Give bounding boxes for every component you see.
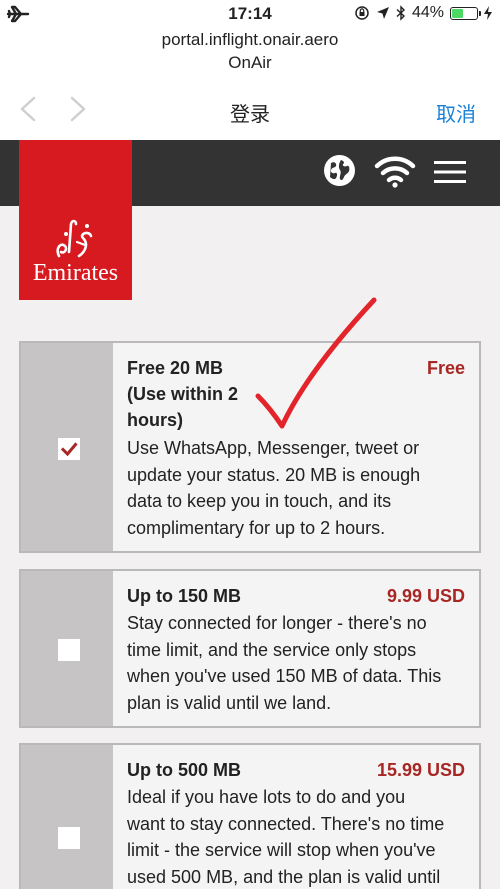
plan-name: Free 20 MB (Use within 2 hours): [127, 358, 239, 430]
bluetooth-icon: [396, 5, 405, 21]
url-text: portal.inflight.onair.aero: [161, 30, 339, 49]
plan-card-150mb[interactable]: Up to 150 MB 9.99 USD Stay connected for…: [19, 569, 481, 728]
plan-card-free-20mb[interactable]: Free 20 MB (Use within 2 hours) Free Use…: [19, 341, 481, 553]
plan-name: Up to 150 MB: [127, 586, 242, 606]
login-nav-bar: 登录 取消: [0, 78, 500, 140]
plan-select-area[interactable]: [21, 745, 113, 889]
plan-card-500mb[interactable]: Up to 500 MB 15.99 USD Ideal if you have…: [19, 743, 481, 889]
location-icon: [376, 7, 389, 19]
battery-percent: 44%: [411, 4, 444, 21]
plan-checkbox[interactable]: [58, 827, 80, 849]
site-name: OnAir: [228, 53, 272, 72]
plan-select-area[interactable]: [21, 343, 113, 551]
page-title: 登录: [230, 104, 270, 126]
battery-level: [452, 8, 464, 18]
status-right: 44%: [354, 4, 492, 22]
arabic-calligraphy-mark: [56, 219, 93, 258]
battery-icon: [450, 6, 481, 20]
wifi-icon[interactable]: [374, 154, 416, 188]
orientation-lock-icon: [355, 6, 369, 20]
emirates-logo[interactable]: Emirates: [19, 140, 132, 300]
plan-description: Stay connected for longer - there's no t…: [127, 613, 442, 713]
plan-price: Free: [426, 358, 465, 378]
plan-price: 9.99 USD: [386, 586, 465, 606]
plan-description: Ideal if you have lots to do and you wan…: [127, 787, 445, 887]
plan-checkbox[interactable]: [58, 639, 80, 661]
plan-description: Use WhatsApp, Messenger, tweet or update…: [127, 438, 421, 538]
cancel-button[interactable]: 取消: [436, 98, 476, 127]
plan-select-area[interactable]: [21, 571, 113, 726]
status-bar: 17:14 44%: [0, 0, 500, 28]
hamburger-menu-icon[interactable]: [434, 160, 466, 184]
plan-name: Up to 500 MB: [127, 760, 242, 780]
plan-checkbox[interactable]: [58, 438, 80, 460]
url-bar[interactable]: portal.inflight.onair.aero OnAir: [0, 28, 500, 78]
charging-icon: [484, 6, 492, 20]
globe-icon[interactable]: [323, 154, 356, 187]
checkmark-icon: [60, 442, 78, 457]
logo-wordmark: Emirates: [32, 260, 119, 286]
plan-price: 15.99 USD: [376, 760, 465, 780]
